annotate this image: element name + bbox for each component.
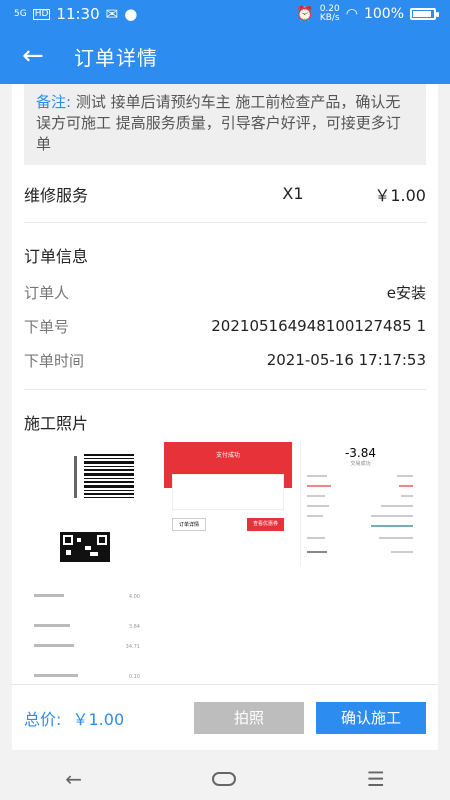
total-price: 总价: ￥1.00 xyxy=(24,706,194,730)
order-time-value: 2021-05-16 17:17:53 xyxy=(266,351,426,369)
photo-barcode[interactable] xyxy=(30,442,156,566)
network-speed-unit: KB/s xyxy=(319,13,340,23)
photo-receipt[interactable]: -3.84 交易成功 xyxy=(300,442,420,566)
chat-icon: ● xyxy=(124,5,138,23)
payment-detail-button: 订单详情 xyxy=(172,518,207,531)
photos-title: 施工照片 xyxy=(24,414,89,433)
total-label: 总价: xyxy=(24,709,62,729)
signal-indicator: 5G xyxy=(14,8,27,19)
take-photo-button[interactable]: 拍照 xyxy=(194,701,304,734)
bottom-bar: 总价: ￥1.00 拍照 确认施工 xyxy=(12,684,438,750)
battery-percent: 100% xyxy=(363,6,404,22)
service-name: 维修服务 xyxy=(24,185,89,205)
bill-amount: 0.10 xyxy=(128,674,140,680)
nav-back-icon[interactable]: ← xyxy=(65,767,82,791)
service-quantity: X1 xyxy=(282,184,304,203)
order-info-title: 订单信息 xyxy=(24,247,89,266)
payment-coupon-button: 查看优惠券 xyxy=(246,518,284,531)
receipt-status: 交易成功 xyxy=(350,461,371,467)
remark-label: 备注: xyxy=(36,93,72,111)
service-price: ￥1.00 xyxy=(374,185,426,205)
payment-card xyxy=(172,474,284,510)
order-number-value: 202105164948100127485 1 xyxy=(211,317,426,335)
hd-indicator: HD xyxy=(32,8,51,20)
order-detail-card: 备注: 测试 接单后请预约车主 施工前检查产品，确认无误方可施工 提高服务质量，… xyxy=(12,84,438,750)
receipt-amount: -3.84 xyxy=(344,446,377,460)
wifi-icon: ◠ xyxy=(345,6,358,22)
clock: 11:30 xyxy=(56,5,100,23)
service-row: 维修服务 X1 ￥1.00 xyxy=(24,165,426,223)
total-value: ￥1.00 xyxy=(72,709,125,729)
bill-list-row: 4.00 3.84 34.71 0.10 xyxy=(30,566,144,684)
remark-box: 备注: 测试 接单后请预约车主 施工前检查产品，确认无误方可施工 提高服务质量，… xyxy=(24,84,426,165)
receipt-lines xyxy=(307,475,413,553)
status-bar: 5G HD 11:30 ✉ ● ⏰ 0.20 KB/s ◠ 100% xyxy=(0,0,450,28)
bill-amount: 34.71 xyxy=(125,644,140,650)
order-time-label: 下单时间 xyxy=(24,351,85,370)
order-info-row: 下单号 202105164948100127485 1 xyxy=(12,309,438,343)
remark-text: 测试 接单后请预约车主 施工前检查产品，确认无误方可施工 提高服务质量，引导客户… xyxy=(36,93,401,153)
page-title: 订单详情 xyxy=(74,45,158,70)
barcode-image xyxy=(30,442,156,566)
order-number-label: 下单号 xyxy=(24,317,70,336)
app-bar: ← 订单详情 xyxy=(0,28,450,84)
orderer-value: e安装 xyxy=(386,283,426,302)
back-arrow-icon[interactable]: ← xyxy=(22,41,62,71)
mail-icon: ✉ xyxy=(105,5,119,23)
bill-amount: 4.00 xyxy=(128,594,140,600)
nav-home-icon[interactable] xyxy=(212,771,237,786)
battery-fill xyxy=(413,11,431,17)
alarm-icon: ⏰ xyxy=(296,6,314,22)
battery-icon xyxy=(410,8,439,20)
orderer-label: 订单人 xyxy=(24,283,70,302)
nav-menu-icon[interactable]: ☰ xyxy=(367,767,385,791)
photo-payment[interactable]: 支付成功 订单详情 查看优惠券 xyxy=(164,442,292,566)
order-info-row: 下单时间 2021-05-16 17:17:53 xyxy=(12,343,438,377)
system-nav-bar: ← ☰ xyxy=(0,757,450,800)
order-info-row: 订单人 e安装 xyxy=(12,275,438,309)
confirm-construction-button[interactable]: 确认施工 xyxy=(316,701,426,734)
bill-amount: 3.84 xyxy=(128,624,140,630)
